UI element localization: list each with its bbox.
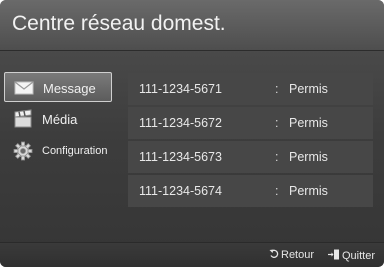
quit-label: Quitter [342, 250, 376, 262]
phone-number: 111-1234-5671 [139, 82, 222, 96]
gear-icon [12, 141, 34, 161]
phone-number: 111-1234-5673 [139, 150, 222, 164]
separator: : [275, 116, 279, 130]
back-button[interactable]: Retour [269, 249, 314, 261]
phone-number: 111-1234-5674 [139, 184, 222, 198]
separator: : [275, 150, 279, 164]
clapperboard-icon [12, 109, 34, 129]
status-text: Permis [289, 184, 328, 198]
exit-icon [328, 249, 340, 262]
status-text: Permis [289, 116, 328, 130]
sidebar-item-label: Message [43, 81, 96, 96]
sidebar-item-label: Configuration [42, 145, 108, 157]
separator: : [275, 184, 279, 198]
footer: Retour Quitter [0, 243, 384, 267]
list-item[interactable]: 111-1234-5672 : Permis [128, 107, 373, 139]
sidebar-item-message[interactable]: Message [4, 72, 112, 102]
phone-number: 111-1234-5672 [139, 116, 222, 130]
list-item[interactable]: 111-1234-5673 : Permis [128, 141, 373, 173]
status-text: Permis [289, 82, 328, 96]
title-bar: Centre réseau domest. [0, 0, 384, 51]
list-item[interactable]: 111-1234-5674 : Permis [128, 175, 373, 207]
return-icon [269, 249, 279, 261]
separator: : [275, 82, 279, 96]
status-text: Permis [289, 150, 328, 164]
list-item[interactable]: 111-1234-5671 : Permis [128, 73, 373, 105]
envelope-icon [13, 78, 35, 98]
sidebar-item-label: Média [42, 112, 78, 127]
page-title: Centre réseau domest. [12, 12, 226, 35]
quit-button[interactable]: Quitter [328, 249, 375, 262]
sidebar-item-media[interactable]: Média [4, 104, 112, 134]
tv-screen: Centre réseau domest. Message Média Conf… [0, 0, 384, 267]
sidebar-item-configuration[interactable]: Configuration [4, 136, 112, 166]
back-label: Retour [281, 249, 315, 261]
